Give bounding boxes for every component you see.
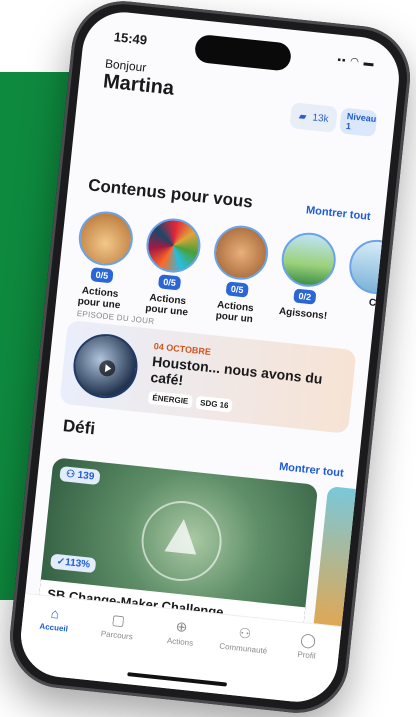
challenge-progress: 113% xyxy=(64,557,91,571)
dynamic-island xyxy=(193,33,293,72)
card-image xyxy=(346,237,404,297)
content-card[interactable]: 0/5 Actions pour un xyxy=(205,223,273,329)
tab-accueil[interactable]: ⌂ Accueil xyxy=(23,603,82,679)
xp-value: 13k xyxy=(311,111,330,125)
episode-tags: ÉNERGIE SDG 16 xyxy=(147,390,234,413)
card-label: Agissons! xyxy=(278,305,328,322)
tab-label: Accueil xyxy=(39,621,69,634)
contents-see-all-link[interactable]: Montrer tout xyxy=(305,204,371,223)
card-image xyxy=(143,215,204,276)
participants-badge: ⚇ 139 xyxy=(59,466,102,486)
card-label: C xyxy=(368,297,377,310)
tab-label: Actions xyxy=(166,636,194,648)
card-image xyxy=(211,223,271,283)
challenge-section-title: Défi xyxy=(62,416,96,439)
xp-chip[interactable]: ▰ 13k xyxy=(289,102,338,133)
tab-label: Parcours xyxy=(100,629,134,642)
challenge-see-all-link[interactable]: Montrer tout xyxy=(279,461,345,480)
progress-badge: 0/5 xyxy=(225,281,250,298)
contents-title: Contenus pour vous xyxy=(87,175,254,212)
status-icons: ▪▪ ◠ ▬ xyxy=(336,54,376,70)
tab-label: Profil xyxy=(296,649,317,661)
card-image xyxy=(76,208,136,269)
episode-tag: ÉNERGIE xyxy=(147,390,193,409)
progress-badge: 0/5 xyxy=(90,267,114,284)
tab-communaute[interactable]: ⚇ Communauté xyxy=(212,622,271,698)
card-label: Actions pour une xyxy=(144,292,189,319)
plus-icon: ⊕ xyxy=(174,617,189,636)
leaf-icon: ▰ xyxy=(298,110,308,123)
book-icon: ▢ xyxy=(110,611,126,629)
tab-profil[interactable]: ◯ Profil xyxy=(276,629,335,705)
episode-tag: SDG 16 xyxy=(195,395,234,413)
card-image xyxy=(279,230,339,290)
level-chip[interactable]: Niveau 1 xyxy=(339,107,378,138)
episode-thumbnail xyxy=(70,330,141,402)
tree-icon xyxy=(164,517,200,555)
content-card[interactable]: 0/5 Actions pour une xyxy=(137,215,205,322)
header-chips: ▰ 13k Niveau 1 xyxy=(289,102,378,138)
progress-badge: 0/5 xyxy=(157,274,182,291)
card-label: Actions pour une xyxy=(77,285,121,312)
status-time: 15:49 xyxy=(113,29,148,48)
content-card[interactable]: 0/5 Actions pour une xyxy=(69,208,137,315)
card-label: Actions pour un xyxy=(215,299,255,326)
participants-count: 139 xyxy=(77,469,95,483)
profile-icon: ◯ xyxy=(299,631,317,649)
user-name: Martina xyxy=(102,70,176,100)
content-card[interactable]: 0/2 Agissons! xyxy=(272,230,340,336)
progress-badge: 0/2 xyxy=(292,288,317,305)
phone-mockup: 15:49 ▪▪ ◠ ▬ Bonjour Martina ▰ 13k Nivea… xyxy=(4,0,416,717)
content-card[interactable]: C xyxy=(340,237,404,343)
play-icon[interactable] xyxy=(98,359,117,378)
challenge-progress-badge: ✓113% xyxy=(50,553,97,574)
episode-card[interactable]: 04 OCTOBRE Houston... nous avons du café… xyxy=(59,319,357,434)
home-icon: ⌂ xyxy=(50,604,61,622)
